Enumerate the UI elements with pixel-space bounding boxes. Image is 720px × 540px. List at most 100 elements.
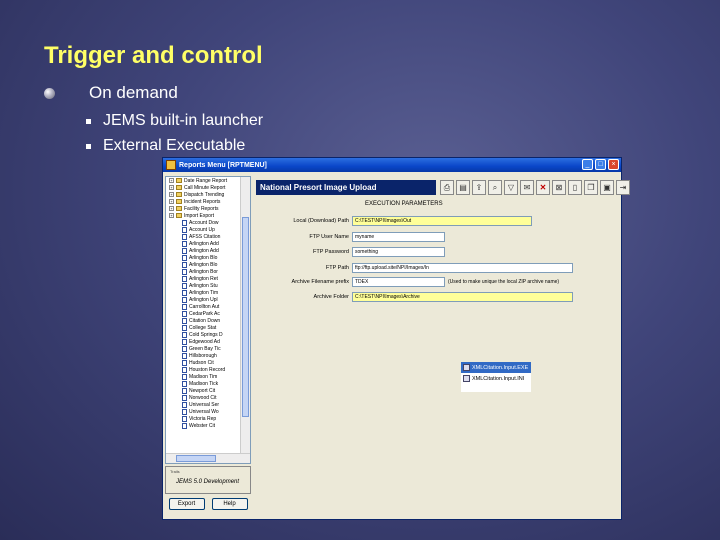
tree-item[interactable]: + Incident Reports [166,198,250,205]
export-icon[interactable]: ⇪ [472,180,486,195]
help-button[interactable]: Help [211,498,248,510]
bullet-on-demand: On demand [44,83,178,103]
tree-item-label: Facility Reports [184,205,219,212]
preview-icon[interactable]: ▤ [456,180,470,195]
report-icon [182,366,187,373]
tree-item[interactable]: Arlington Add [166,247,250,254]
exit-icon[interactable]: ⇥ [616,180,630,195]
subbullet-text: External Executable [103,137,246,154]
file-label: XMLCitation.Input.INI [472,375,525,382]
expand-icon[interactable]: + [169,199,174,204]
save-icon[interactable]: ▣ [600,180,614,195]
report-tree[interactable]: + Date Range Report + Call Minute Report + Di… [165,176,251,464]
slide-title: Trigger and control [44,42,263,69]
tree-item[interactable]: Norwood Cit [166,394,250,401]
tree-item[interactable]: AFSS Citation [166,233,250,240]
expand-icon[interactable]: + [169,178,174,183]
export-button[interactable]: Export [168,498,205,510]
copy-icon[interactable]: ❐ [584,180,598,195]
tree-item-label: Hudson Cit [189,359,214,366]
field-row: FTP Path ftp://ftp.upload.site/NPI/Images… [255,262,619,273]
file-item[interactable]: XMLCitation.Input.INI [461,373,531,384]
close-icon[interactable]: ⊠ [552,180,566,195]
tree-item-label: Madison Tim [189,373,218,380]
tree-vertical-scrollbar[interactable] [240,177,250,455]
file-item[interactable]: XMLCitation.Input.EXE [461,362,531,373]
tree-item[interactable]: Arlington Tim [166,289,250,296]
expand-icon[interactable]: + [169,192,174,197]
tree-item[interactable]: Arlington Stu [166,282,250,289]
square-bullet-icon [86,118,91,124]
report-icon [182,219,187,226]
field-input[interactable]: TDEX [352,276,445,287]
ini-file-icon [463,375,470,382]
tree-item[interactable]: Universal Ser [166,401,250,408]
tree-item[interactable]: + Facility Reports [166,205,250,212]
tree-item[interactable]: + Dispatch Trending [166,191,250,198]
field-note: (Used to make unique the local ZIP archi… [448,278,560,285]
tree-item[interactable]: + Date Range Report [166,177,250,184]
folder-icon [176,213,182,218]
tree-item[interactable]: Madison Tick [166,380,250,387]
field-input[interactable]: C:\TEST\NPI\Images\Archive [352,291,573,302]
printer-icon[interactable]: ⎙ [440,180,454,195]
tree-item-label: Account Up [189,226,215,233]
expand-icon[interactable]: + [169,206,174,211]
left-panel: + Date Range Report + Call Minute Report + Di… [165,176,253,518]
field-input[interactable]: myname [352,231,445,242]
tree-item[interactable]: Hudson Cit [166,359,250,366]
tree-item[interactable]: Victoria Rep [166,415,250,422]
tree-item[interactable]: + Call Minute Report [166,184,250,191]
tree-item-label: Date Range Report [184,177,228,184]
tree-item[interactable]: Account Up [166,226,250,233]
expand-icon[interactable]: + [169,185,174,190]
maximize-button[interactable]: □ [595,159,606,170]
exe-file-icon [463,364,470,371]
tree-item[interactable]: Houston Record [166,366,250,373]
tree-item-label: AFSS Citation [189,233,221,240]
tree-item-label: Arlington Bor [189,268,218,275]
tree-item-label: Dispatch Trending [184,191,225,198]
new-doc-icon[interactable]: ▯ [568,180,582,195]
tree-item-label: Citation Down [189,317,221,324]
tree-item[interactable]: Arlington Blo [166,254,250,261]
folder-icon [176,192,182,197]
tree-item[interactable]: Carrollton Aut [166,303,250,310]
tree-item[interactable]: + Import Export [166,212,250,219]
tree-item[interactable]: Hillsborough [166,352,250,359]
report-icon [182,282,187,289]
tree-item[interactable]: Webster Cit [166,422,250,429]
tree-item[interactable]: Universal Wo [166,408,250,415]
email-icon[interactable]: ✉ [520,180,534,195]
window-titlebar[interactable]: Reports Menu [RPTMENU] _ □ × [163,158,621,172]
tree-horizontal-scrollbar[interactable] [166,453,250,463]
filter-icon[interactable]: ▽ [504,180,518,195]
field-input[interactable]: ftp://ftp.upload.site/NPI/Images/In [352,262,573,273]
tree-item[interactable]: Arlington Bor [166,268,250,275]
tree-item[interactable]: Citation Down [166,317,250,324]
field-input[interactable]: C:\TEST\NPI\Images\Out [352,215,532,226]
tree-item[interactable]: Madison Tim [166,373,250,380]
tree-item[interactable]: College Stat [166,324,250,331]
tree-item[interactable]: Arlington Blo [166,261,250,268]
tree-item[interactable]: Arlington Add [166,240,250,247]
tree-item[interactable]: Account Dow [166,219,250,226]
tree-item[interactable]: Green Bay Tic [166,345,250,352]
delete-icon[interactable]: ✕ [536,180,550,195]
expand-icon[interactable]: + [169,213,174,218]
field-input[interactable]: something [352,246,445,257]
tree-item[interactable]: Arlington Ret [166,275,250,282]
tree-item[interactable]: Edgewood Ad [166,338,250,345]
tree-item[interactable]: CedarPark Ac [166,310,250,317]
square-bullet-icon [86,143,91,149]
tree-item[interactable]: Newport Cit [166,387,250,394]
search-icon[interactable]: ⌕ [488,180,502,195]
app-icon [166,160,176,170]
minimize-button[interactable]: _ [582,159,593,170]
tree-item[interactable]: Arlington Upl [166,296,250,303]
field-label: Archive Filename prefix [291,278,349,285]
folder-icon [176,185,182,190]
tree-item[interactable]: Cold Springs D [166,331,250,338]
close-button[interactable]: × [608,159,619,170]
tree-item-label: Incident Reports [184,198,221,205]
